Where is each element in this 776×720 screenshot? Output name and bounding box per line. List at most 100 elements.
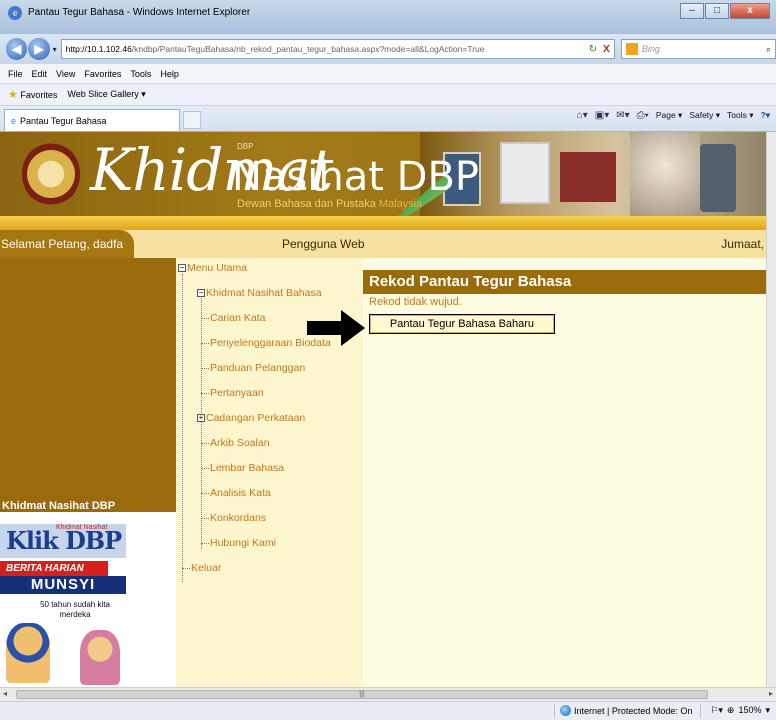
banner-dbp-small: DBP xyxy=(237,142,254,151)
tab-label: Pantau Tegur Bahasa xyxy=(20,115,107,126)
banner-photo-person xyxy=(630,132,700,216)
sidebar-title: Khidmat Nasihat DBP xyxy=(2,500,116,512)
tab-pantau-tegur-bahasa[interactable]: e Pantau Tegur Bahasa xyxy=(4,109,180,131)
tree-item-cadangan-perkataan[interactable]: + Cadangan Perkataan xyxy=(197,412,305,424)
tree-root-menu-utama[interactable]: − Menu Utama xyxy=(178,262,247,274)
favorites-bar: ★ Favorites Web Slice Gallery ▾ xyxy=(0,84,776,106)
menu-favorites[interactable]: Favorites xyxy=(84,69,121,79)
tree-item-carian-kata[interactable]: Carian Kata xyxy=(201,312,265,324)
security-zone[interactable]: Internet | Protected Mode: On xyxy=(560,705,692,716)
command-bar: ⌂▾ ▣▾ ✉▾ ⎙▾ Page ▾ Safety ▾ Tools ▾ ?▾ xyxy=(577,110,770,121)
horizontal-scrollbar[interactable]: ◂ ||| ▸ xyxy=(0,687,776,701)
tree-item-keluar[interactable]: Keluar xyxy=(182,562,221,574)
tree-item-konkordans[interactable]: Konkordans xyxy=(201,512,266,524)
user-type-label: Pengguna Web xyxy=(282,237,365,251)
web-slice-gallery-link[interactable]: Web Slice Gallery ▾ xyxy=(67,89,145,100)
banner-photo-computer xyxy=(500,142,550,204)
cartoon-woman-illustration xyxy=(80,630,120,685)
menu-bar: File Edit View Favorites Tools Help xyxy=(0,64,776,84)
search-placeholder: Bing xyxy=(641,44,660,54)
star-icon: ★ xyxy=(8,89,18,101)
tree-item-analisis-kata[interactable]: Analisis Kata xyxy=(201,487,271,499)
close-button[interactable]: x xyxy=(730,3,770,19)
left-sidebar: Khidmat Nasihat DBP Klik DBP Khidmat Nas… xyxy=(0,258,176,687)
munsyi-ad-banner[interactable]: Klik DBP Khidmat Nasihat BERITA HARIAN M… xyxy=(0,518,126,687)
expand-icon[interactable]: + xyxy=(197,414,205,423)
back-button[interactable]: ◀ xyxy=(6,38,28,60)
collapse-icon[interactable]: − xyxy=(178,264,186,273)
globe-icon xyxy=(560,705,571,716)
menu-help[interactable]: Help xyxy=(160,69,179,79)
klik-dbp-logo: Klik DBP Khidmat Nasihat xyxy=(0,524,126,558)
munsyi-title: MUNSYI xyxy=(0,576,126,594)
bing-icon xyxy=(625,43,638,55)
window-title: Pantau Tegur Bahasa - Windows Internet E… xyxy=(28,7,251,18)
page-viewport: Khidmat DBP Nasihat DBP Dewan Bahasa dan… xyxy=(0,132,776,687)
help-menu-icon[interactable]: ?▾ xyxy=(761,110,770,121)
tree-item-lembar-bahasa[interactable]: Lembar Bahasa xyxy=(201,462,284,474)
greeting-bar: Selamat Petang, dadfa Pengguna Web Jumaa… xyxy=(0,230,776,258)
greeting-text: Selamat Petang, dadfa xyxy=(0,230,134,258)
menu-view[interactable]: View xyxy=(56,69,75,79)
tree-item-pertanyaan[interactable]: Pertanyaan xyxy=(201,387,264,399)
gold-band xyxy=(0,216,776,230)
zone-label: Internet | Protected Mode: On xyxy=(574,705,693,716)
tree-item-panduan-pelanggan[interactable]: Panduan Pelanggan xyxy=(201,362,305,374)
zoom-dropdown-icon[interactable]: ▾ xyxy=(765,705,770,716)
tools-menu[interactable]: Tools ▾ xyxy=(727,110,753,121)
banner-nasihat-text: Nasihat DBP xyxy=(232,154,480,200)
tree-section-khidmat-nasihat-bahasa[interactable]: − Khidmat Nasihat Bahasa xyxy=(197,287,322,299)
pointer-arrow-icon xyxy=(307,310,365,346)
address-bar[interactable]: http://10.1.102.46 /kndbp/PantauTeguBaha… xyxy=(60,39,615,59)
maximize-button[interactable]: □ xyxy=(705,3,729,19)
scroll-right-icon[interactable]: ▸ xyxy=(769,689,773,698)
url-path: /kndbp/PantauTeguBahasa/nb_rekod_pantau_… xyxy=(131,44,485,54)
new-tab-button[interactable] xyxy=(183,111,201,129)
history-dropdown-icon[interactable]: ▾ xyxy=(53,45,57,54)
tree-item-arkib-soalan[interactable]: Arkib Soalan xyxy=(201,437,270,449)
zoom-level: 150% xyxy=(738,705,762,715)
favorites-button[interactable]: ★ Favorites xyxy=(8,88,57,101)
tree-guide-line xyxy=(182,274,183,582)
search-icon[interactable]: ⌕ xyxy=(766,44,771,55)
page-title: Rekod Pantau Tegur Bahasa xyxy=(363,270,776,294)
url-host: http://10.1.102.46 xyxy=(65,44,132,54)
mail-icon[interactable]: ✉▾ xyxy=(616,110,629,121)
new-pantau-tegur-bahasa-button[interactable]: Pantau Tegur Bahasa Baharu xyxy=(369,314,555,334)
banner-photo-phone xyxy=(700,144,736,212)
collapse-icon[interactable]: − xyxy=(197,289,205,298)
forward-button[interactable]: ▶ xyxy=(28,38,50,60)
site-banner: Khidmat DBP Nasihat DBP Dewan Bahasa dan… xyxy=(0,132,776,216)
main-content: Rekod Pantau Tegur Bahasa Rekod tidak wu… xyxy=(363,258,776,687)
menu-file[interactable]: File xyxy=(8,69,23,79)
feeds-icon[interactable]: ▣▾ xyxy=(595,110,609,121)
safety-menu[interactable]: Safety ▾ xyxy=(689,110,720,121)
refresh-icon[interactable]: ↻ xyxy=(589,44,597,55)
record-not-found-message: Rekod tidak wujud. xyxy=(369,296,462,308)
menu-tools[interactable]: Tools xyxy=(130,69,151,79)
banner-subtitle: Dewan Bahasa dan Pustaka Malaysia xyxy=(237,198,423,210)
ie-app-icon: e xyxy=(8,6,22,20)
search-input[interactable]: Bing ⌕ xyxy=(620,39,776,59)
print-icon[interactable]: ⎙▾ xyxy=(637,110,649,121)
vertical-scrollbar[interactable] xyxy=(766,132,776,687)
home-icon[interactable]: ⌂▾ xyxy=(577,110,588,121)
page-favicon-icon: e xyxy=(11,115,17,126)
ad-tagline: 50 tahun sudah kita merdeka xyxy=(40,600,110,619)
stop-icon[interactable]: X xyxy=(603,44,610,55)
zoom-control[interactable]: ⚐▾ ⊕ 150% ▾ xyxy=(710,705,770,716)
scroll-left-icon[interactable]: ◂ xyxy=(3,689,7,698)
sidebar-panel xyxy=(0,258,176,512)
status-bar: Internet | Protected Mode: On ⚐▾ ⊕ 150% … xyxy=(0,701,776,720)
zoom-icon: ⊕ xyxy=(726,705,735,715)
address-row: ◀ ▶ ▾ http://10.1.102.46 /kndbp/PantauTe… xyxy=(0,34,776,64)
protected-mode-icon[interactable]: ⚐▾ xyxy=(710,705,723,716)
menu-edit[interactable]: Edit xyxy=(32,69,48,79)
page-menu[interactable]: Page ▾ xyxy=(656,110,682,121)
cartoon-man-illustration xyxy=(6,623,50,683)
banner-photo-shelf xyxy=(560,152,616,202)
minimize-button[interactable]: – xyxy=(680,3,704,19)
tree-item-hubungi-kami[interactable]: Hubungi Kami xyxy=(201,537,276,549)
berita-harian-logo: BERITA HARIAN xyxy=(0,561,108,577)
scroll-thumb[interactable]: ||| xyxy=(16,690,708,699)
